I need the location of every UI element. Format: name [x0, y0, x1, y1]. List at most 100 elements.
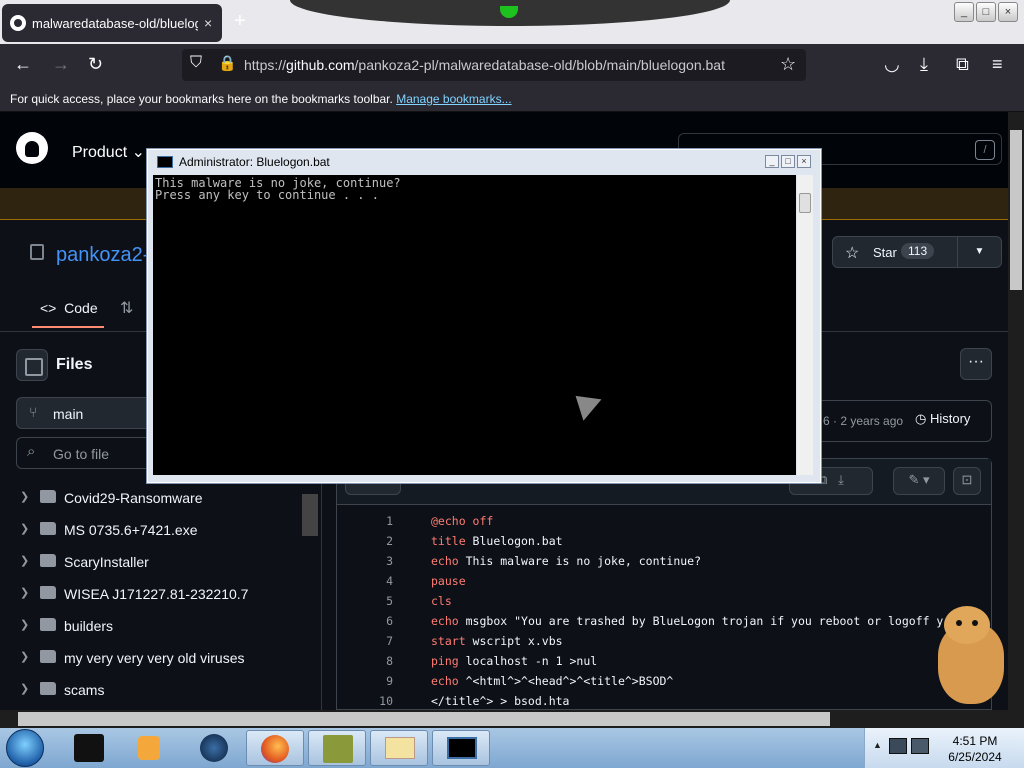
line-number[interactable]: 3 [357, 554, 393, 568]
bookmark-star-icon[interactable]: ☆ [780, 54, 796, 75]
line-text: pause [431, 574, 466, 588]
tab-title: malwaredatabase-old/bluelogon.bat [32, 15, 198, 31]
hamster-head [944, 606, 990, 644]
line-number[interactable]: 5 [357, 594, 393, 608]
tab-strip: malwaredatabase-old/bluelogon.bat × + _ … [0, 0, 1024, 44]
globe-app-icon[interactable] [184, 730, 242, 766]
tree-item[interactable]: ❯ Covid29-Ransomware [0, 482, 300, 514]
line-text: start wscript x.vbs [431, 634, 563, 648]
code-line: 7 start wscript x.vbs [337, 631, 991, 651]
tray-expand-icon[interactable]: ▲ [873, 740, 882, 750]
console-titlebar[interactable]: Administrator: Bluelogon.bat [157, 155, 330, 169]
close-tab-icon[interactable]: × [204, 15, 212, 31]
clock-time: 4:51 PM [952, 734, 998, 748]
menu-icon[interactable]: ≡ [992, 54, 1003, 75]
extensions-icon[interactable]: ⧉ [956, 54, 969, 75]
hamster-sticker [928, 604, 1008, 704]
keyword: @echo off [431, 514, 494, 528]
star-dropdown-icon[interactable]: ▼ [957, 237, 1001, 267]
scrollbar-thumb[interactable] [1010, 130, 1022, 290]
close-window-icon[interactable]: × [998, 2, 1018, 22]
code-line: 4 pause [337, 571, 991, 591]
url-text[interactable]: https://github.com/pankoza2-pl/malwareda… [244, 57, 725, 73]
search-shortcut-badge: / [975, 140, 995, 160]
tree-item[interactable]: ❯ my very very very old viruses [0, 642, 300, 674]
maximize-icon[interactable]: □ [976, 2, 996, 22]
chevron-right-icon: ❯ [20, 523, 30, 535]
files-heading: Files [56, 356, 93, 373]
folder-icon [40, 522, 56, 535]
repo-owner-link[interactable]: pankoza2- [56, 244, 149, 267]
star-count: 113 [901, 243, 935, 259]
chevron-right-icon: ❯ [20, 683, 30, 695]
forward-arrow-icon[interactable]: → [52, 54, 70, 75]
console-minimize-icon[interactable]: _ [765, 155, 779, 168]
line-number[interactable]: 6 [357, 614, 393, 628]
scrollbar-thumb[interactable] [18, 712, 830, 726]
taskbar-app-icon[interactable] [62, 730, 120, 766]
symbols-button[interactable]: ⊡ [953, 467, 981, 495]
back-arrow-icon[interactable]: ← [14, 54, 32, 75]
shield-icon[interactable]: ⛉ [190, 54, 202, 72]
clock[interactable]: 4:51 PM 6/25/2024 [935, 733, 1015, 765]
code-line: 9 echo ^<html^>^<head^>^<title^>BSOD^ [337, 671, 991, 691]
line-number[interactable]: 7 [357, 634, 393, 648]
file-tree-scrollbar[interactable] [302, 494, 318, 536]
edit-button[interactable]: ✎ ▾ [893, 467, 945, 495]
line-number[interactable]: 10 [357, 694, 393, 708]
manage-bookmarks-link[interactable]: Manage bookmarks... [396, 92, 511, 106]
scrollbar-thumb[interactable] [799, 193, 811, 213]
taskbar: ▲ 4:51 PM 6/25/2024 [0, 728, 1024, 768]
console-scrollbar[interactable] [797, 175, 813, 475]
tree-item[interactable]: ❯ scams [0, 674, 300, 706]
history-button[interactable]: ◷ History [915, 411, 970, 427]
line-number[interactable]: 4 [357, 574, 393, 588]
github-logo-icon[interactable] [16, 132, 48, 164]
window-controls: _ □ × [954, 2, 1018, 22]
new-tab-button[interactable]: + [234, 10, 246, 33]
url-bar[interactable]: ⛉ 🔒 https://github.com/pankoza2-pl/malwa… [182, 49, 806, 81]
line-text: cls [431, 594, 452, 608]
tree-item[interactable]: ❯ WISEA J171227.81-232210.7 [0, 578, 300, 610]
collapse-sidebar-button[interactable] [16, 349, 48, 381]
reload-icon[interactable]: ↻ [88, 54, 103, 75]
branch-selector[interactable]: ⑂ main [16, 397, 156, 429]
line-number[interactable]: 2 [357, 534, 393, 548]
pocket-icon[interactable]: ◡ [884, 54, 900, 75]
product-menu[interactable]: Product ⌄ [72, 142, 145, 162]
console-close-icon[interactable]: × [797, 155, 811, 168]
star-label: Star [873, 245, 897, 260]
console-taskbar-icon[interactable] [432, 730, 490, 766]
page-horizontal-scrollbar[interactable] [0, 710, 1024, 728]
folder-icon [40, 618, 56, 631]
box-app-taskbar-icon[interactable] [308, 730, 366, 766]
browser-tab[interactable]: malwaredatabase-old/bluelogon.bat × [2, 4, 222, 42]
line-number[interactable]: 1 [357, 514, 393, 528]
console-window[interactable]: Administrator: Bluelogon.bat _ □ × This … [146, 148, 822, 484]
tree-item[interactable]: ❯ builders [0, 610, 300, 642]
line-number[interactable]: 8 [357, 654, 393, 668]
start-button[interactable] [6, 729, 44, 767]
line-text: echo msgbox "You are trashed by BlueLogo… [431, 614, 943, 628]
more-options-button[interactable]: ··· [960, 348, 992, 380]
lock-icon[interactable]: 🔒 [218, 54, 237, 72]
media-player-icon[interactable] [122, 730, 180, 766]
downloads-icon[interactable]: ⤓ [920, 54, 928, 75]
tree-item[interactable]: ❯ ScaryInstaller [0, 546, 300, 578]
minimize-icon[interactable]: _ [954, 2, 974, 22]
explorer-taskbar-icon[interactable] [370, 730, 428, 766]
keyword: echo [431, 614, 459, 628]
network-icon[interactable] [889, 738, 907, 754]
go-to-file-input[interactable]: ⌕ Go to file [16, 437, 156, 469]
star-button[interactable]: ☆ Star 113 ▼ [832, 236, 1002, 268]
firefox-taskbar-icon[interactable] [246, 730, 304, 766]
volume-icon[interactable] [911, 738, 929, 754]
line-number[interactable]: 9 [357, 674, 393, 688]
tree-item[interactable]: ❯ MS 0735.6+7421.exe [0, 514, 300, 546]
console-maximize-icon[interactable]: □ [781, 155, 795, 168]
console-line: Press any key to continue . . . [155, 188, 379, 202]
console-output[interactable]: This malware is no joke, continue? Press… [153, 175, 796, 475]
page-vertical-scrollbar[interactable] [1008, 112, 1024, 710]
tab-code[interactable]: <> Code [32, 300, 104, 328]
pull-requests-icon[interactable]: ⇅ [120, 298, 133, 318]
